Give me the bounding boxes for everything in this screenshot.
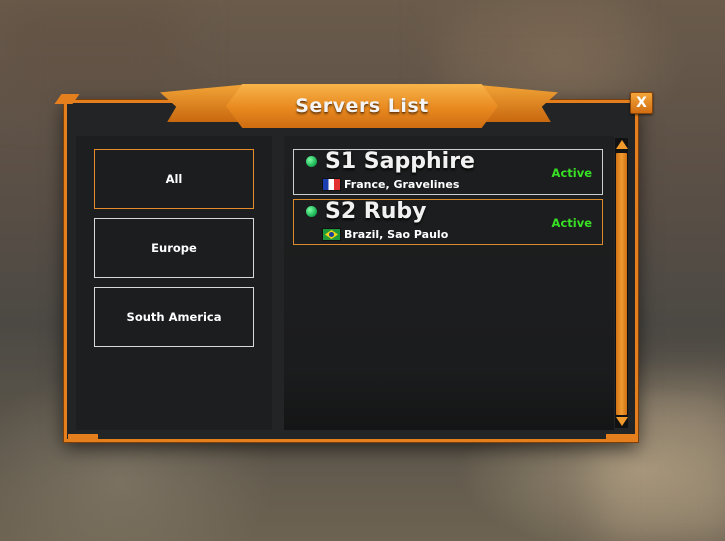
- server-location: Brazil, Sao Paulo: [344, 228, 449, 241]
- server-status: Active: [551, 166, 592, 180]
- server-name: S1 Sapphire: [325, 149, 475, 174]
- region-button-south-america[interactable]: South America: [94, 287, 254, 347]
- server-row-s2-ruby[interactable]: S2 Ruby Brazil, Sao Paulo Active: [293, 199, 603, 245]
- online-status-dot-icon: [306, 156, 317, 167]
- region-button-europe[interactable]: Europe: [94, 218, 254, 278]
- server-list-scrollbar[interactable]: [615, 138, 628, 428]
- close-button[interactable]: X: [630, 92, 653, 114]
- scroll-up-arrow-icon[interactable]: [615, 140, 628, 149]
- panel-corner-ornament: [606, 434, 636, 442]
- server-status: Active: [551, 216, 592, 230]
- scroll-down-arrow-icon[interactable]: [615, 417, 628, 426]
- server-row-s1-sapphire[interactable]: S1 Sapphire France, Gravelines Active: [293, 149, 603, 195]
- server-name: S2 Ruby: [325, 199, 427, 224]
- online-status-dot-icon: [306, 206, 317, 217]
- server-location: France, Gravelines: [344, 178, 460, 191]
- window-title: Servers List: [295, 95, 429, 117]
- panel-corner-ornament: [68, 434, 98, 442]
- france-flag-icon: [323, 179, 340, 190]
- title-banner: Servers List: [226, 84, 498, 128]
- brazil-flag-icon: [323, 229, 340, 240]
- region-button-all[interactable]: All: [94, 149, 254, 209]
- scroll-thumb[interactable]: [616, 153, 627, 415]
